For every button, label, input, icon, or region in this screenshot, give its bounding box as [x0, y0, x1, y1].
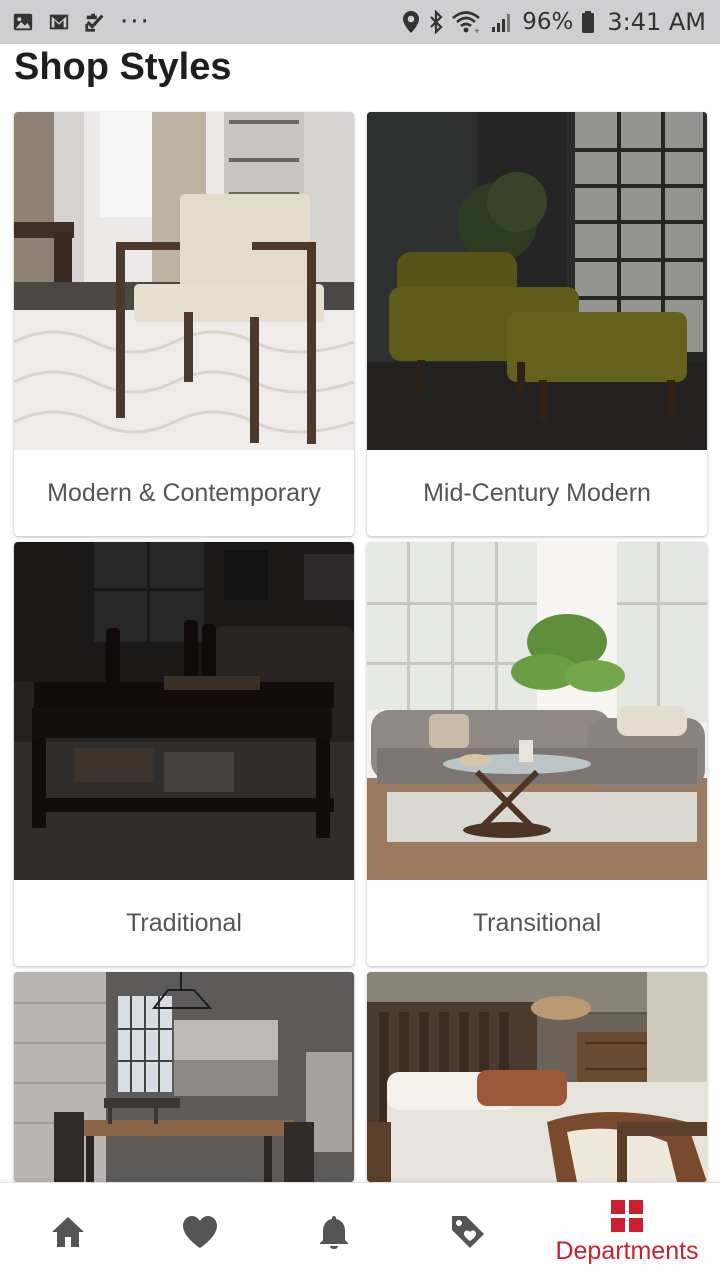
nav-favorites[interactable]	[160, 1183, 240, 1280]
status-bar: ··· + 96% 3:41 AM	[0, 0, 720, 44]
style-card-rustic[interactable]	[367, 972, 707, 1182]
status-bar-system: + 96% 3:41 AM	[402, 6, 706, 38]
mid-century-armchair-photo	[367, 112, 707, 450]
style-label: Mid-Century Modern	[423, 478, 651, 507]
home-icon	[52, 1217, 84, 1247]
bell-icon	[320, 1216, 348, 1249]
style-card-modern-contemporary[interactable]: Modern & Contemporary	[14, 112, 354, 536]
gmail-icon	[49, 14, 69, 30]
tag-icon	[452, 1216, 484, 1248]
svg-text:+: +	[474, 27, 480, 34]
heart-icon	[183, 1216, 217, 1248]
nav-departments-label: Departments	[555, 1236, 699, 1265]
clock: 3:41 AM	[607, 8, 706, 36]
nav-notifications[interactable]	[294, 1183, 374, 1280]
style-label: Transitional	[472, 908, 602, 937]
battery-percent: 96%	[522, 9, 574, 35]
image-icon	[13, 13, 33, 31]
departments-icon	[611, 1199, 643, 1232]
style-card-traditional[interactable]: Traditional	[14, 542, 354, 966]
style-card-transitional[interactable]: Transitional	[367, 542, 707, 966]
bottom-navigation: Departments	[0, 1182, 720, 1280]
nav-departments[interactable]: Departments	[540, 1183, 714, 1280]
rustic-bedroom-photo	[367, 972, 707, 1182]
more-dots-icon: ···	[120, 7, 151, 37]
wifi-icon: +	[452, 11, 480, 34]
check-icon	[85, 13, 104, 32]
style-card-mid-century-modern[interactable]: Mid-Century Modern	[367, 112, 707, 536]
style-label: Modern & Contemporary	[47, 478, 321, 507]
page-title: Shop Styles	[14, 46, 232, 88]
location-icon	[403, 11, 420, 33]
nav-home[interactable]	[28, 1183, 108, 1280]
signal-icon	[492, 14, 511, 32]
status-bar-notifications: ···	[12, 7, 151, 37]
industrial-dining-photo	[14, 972, 354, 1182]
style-label: Traditional	[126, 908, 242, 937]
traditional-coffee-table-photo	[14, 542, 354, 880]
nav-deals[interactable]	[428, 1183, 508, 1280]
battery-icon	[582, 11, 595, 33]
transitional-sofa-photo	[367, 542, 707, 880]
bluetooth-icon	[430, 10, 443, 34]
modern-chair-photo	[14, 112, 354, 450]
style-card-industrial[interactable]	[14, 972, 354, 1182]
